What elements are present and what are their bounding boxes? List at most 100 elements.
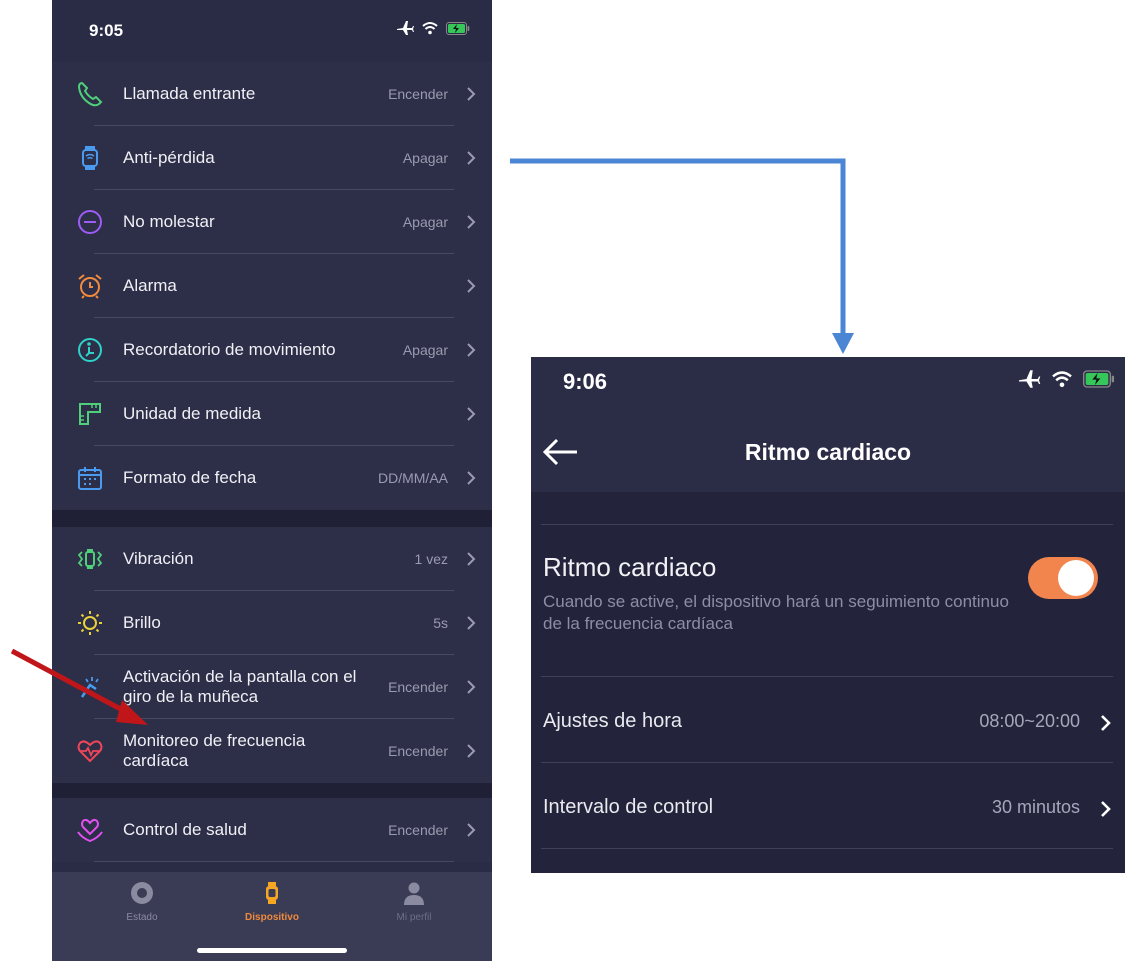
- wrist-raise-icon: [80, 677, 99, 698]
- heart-rate-settings: Ritmo cardiaco Cuando se active, el disp…: [531, 492, 1125, 873]
- tab-status[interactable]: Estado: [82, 880, 202, 923]
- battery-charging-icon: [446, 21, 470, 35]
- setting-label: Recordatorio de movimiento: [123, 340, 336, 359]
- status-icon: [131, 882, 153, 904]
- battery-charging-icon: [1083, 370, 1115, 388]
- calendar-icon: [78, 467, 102, 490]
- health-heart-hands-icon: [77, 818, 103, 843]
- alarm-clock-icon: [78, 274, 102, 299]
- setting-label: Control de salud: [123, 820, 247, 839]
- device-settings-screen: 9:05 Llamada entrante Encender Anti-pérd…: [52, 0, 492, 961]
- heart-rate-screen: 9:06 Ritmo cardiaco Ritmo cardiaco Cuand…: [531, 357, 1125, 873]
- home-indicator: [197, 948, 347, 953]
- setting-value: Encender: [388, 822, 448, 838]
- chevron-right-icon: [467, 87, 476, 101]
- control-interval-label[interactable]: Intervalo de control: [543, 796, 713, 819]
- setting-label: Activación de la pantalla con el giro de…: [123, 667, 357, 706]
- phone-icon: [77, 81, 103, 107]
- chevron-right-icon: [467, 616, 476, 630]
- setting-value: Encender: [388, 679, 448, 695]
- heart-rate-description: Cuando se active, el dispositivo hará un…: [543, 592, 1009, 633]
- chevron-right-icon: [467, 471, 476, 485]
- setting-row-date-format[interactable]: Formato de fecha DD/MM/AA: [52, 446, 492, 510]
- tab-label: Dispositivo: [245, 912, 299, 923]
- setting-row-alarm[interactable]: Alarma: [52, 254, 492, 318]
- setting-label: Alarma: [123, 276, 177, 295]
- chevron-right-icon: [467, 343, 476, 357]
- chevron-right-icon: [467, 407, 476, 421]
- setting-value: Encender: [388, 86, 448, 102]
- setting-row-heart-rate-monitoring[interactable]: Monitoreo de frecuencia cardíaca Encende…: [52, 719, 492, 783]
- section-gap: [52, 510, 492, 527]
- airplane-icon: [1019, 370, 1041, 388]
- setting-value: Encender: [388, 743, 448, 759]
- toggle-knob: [1058, 560, 1094, 596]
- setting-label: Brillo: [123, 613, 161, 632]
- setting-label: No molestar: [123, 212, 215, 231]
- setting-row-wrist-raise[interactable]: Activación de la pantalla con el giro de…: [52, 655, 492, 719]
- watch-icon: [266, 882, 278, 904]
- chevron-right-icon: [467, 823, 476, 837]
- chevron-right-icon[interactable]: [1099, 799, 1113, 819]
- time-settings-value: 08:00~20:00: [979, 711, 1080, 731]
- tab-label: Mi perfil: [396, 912, 432, 923]
- section-gap: [52, 783, 492, 798]
- divider: [541, 676, 1113, 677]
- wifi-icon: [422, 22, 438, 35]
- nav-header: 9:06 Ritmo cardiaco: [531, 357, 1125, 492]
- movement-reminder-icon: [78, 338, 102, 362]
- setting-value: 1 vez: [414, 551, 448, 567]
- status-icons: [1017, 369, 1115, 389]
- divider: [541, 762, 1113, 763]
- setting-row-incoming-call[interactable]: Llamada entrante Encender: [52, 62, 492, 126]
- heart-rate-toggle[interactable]: [1028, 557, 1098, 599]
- page-title: Ritmo cardiaco: [744, 439, 912, 465]
- setting-value: 5s: [433, 615, 448, 631]
- divider: [541, 524, 1113, 525]
- status-icons: [396, 20, 470, 36]
- status-time: 9:05: [89, 21, 124, 40]
- chevron-right-icon: [467, 151, 476, 165]
- chevron-right-icon: [467, 744, 476, 758]
- control-interval-value: 30 minutos: [991, 797, 1080, 817]
- heart-rate-icon: [77, 740, 103, 763]
- heart-rate-title: Ritmo cardiaco: [543, 552, 717, 582]
- setting-row-do-not-disturb[interactable]: No molestar Apagar: [52, 190, 492, 254]
- chevron-right-icon: [467, 552, 476, 566]
- chevron-right-icon: [467, 680, 476, 694]
- brightness-icon: [78, 611, 102, 635]
- tab-profile[interactable]: Mi perfil: [354, 880, 474, 923]
- setting-value: Apagar: [402, 342, 448, 358]
- status-bar: 9:05: [52, 0, 492, 62]
- divider: [94, 861, 454, 862]
- setting-row-vibration[interactable]: Vibración 1 vez: [52, 527, 492, 591]
- setting-label: Monitoreo de frecuencia cardíaca: [123, 731, 306, 770]
- time-settings-label[interactable]: Ajustes de hora: [543, 710, 682, 733]
- chevron-right-icon[interactable]: [1099, 713, 1113, 733]
- setting-row-health-control[interactable]: Control de salud Encender: [52, 798, 492, 862]
- setting-label: Formato de fecha: [123, 468, 257, 487]
- tab-bar: Estado Dispositivo Mi perfil: [52, 872, 492, 961]
- setting-label: Unidad de medida: [123, 404, 261, 423]
- setting-label: Anti-pérdida: [123, 148, 215, 167]
- setting-label: Vibración: [123, 549, 194, 568]
- tab-device[interactable]: Dispositivo: [212, 880, 332, 923]
- setting-row-anti-loss[interactable]: Anti-pérdida Apagar: [52, 126, 492, 190]
- setting-label: Llamada entrante: [123, 84, 256, 103]
- setting-value: DD/MM/AA: [378, 470, 448, 486]
- watch-signal-icon: [82, 146, 98, 170]
- divider: [541, 848, 1113, 849]
- setting-row-brightness[interactable]: Brillo 5s: [52, 591, 492, 655]
- setting-row-measurement-unit[interactable]: Unidad de medida: [52, 382, 492, 446]
- tab-label: Estado: [126, 912, 158, 923]
- chevron-right-icon: [467, 215, 476, 229]
- setting-row-movement-reminder[interactable]: Recordatorio de movimiento Apagar: [52, 318, 492, 382]
- ruler-icon: [79, 403, 101, 425]
- chevron-right-icon: [467, 279, 476, 293]
- status-time: 9:06: [563, 369, 608, 394]
- setting-value: Apagar: [402, 214, 448, 230]
- wifi-icon: [1052, 371, 1072, 388]
- setting-value: Apagar: [402, 150, 448, 166]
- profile-icon: [404, 882, 424, 905]
- do-not-disturb-icon: [78, 210, 102, 234]
